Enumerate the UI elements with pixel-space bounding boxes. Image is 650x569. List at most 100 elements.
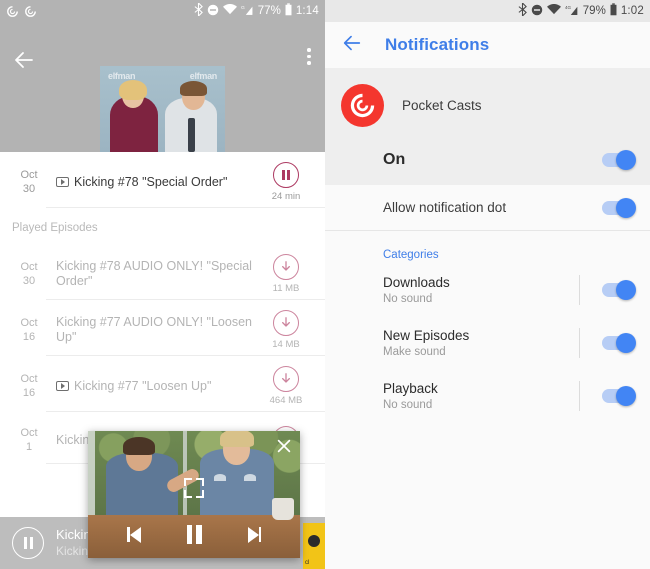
close-icon[interactable] [275, 437, 293, 455]
categories-header: Categories [325, 231, 650, 263]
row-divider [46, 207, 325, 208]
episode-action[interactable]: 14 MB [259, 310, 313, 350]
download-circle-icon[interactable] [273, 310, 299, 336]
episode-title-wrap: Kicking #77 "Loosen Up" [46, 379, 259, 394]
episode-action[interactable]: 24 min [259, 162, 313, 202]
episode-action[interactable]: 464 MB [259, 366, 313, 406]
cell-signal-4g-icon: 4G [565, 4, 579, 19]
category-text: Playback No sound [383, 380, 579, 411]
episode-title: Kicking #78 "Special Order" [74, 174, 228, 189]
vertical-divider [579, 274, 580, 305]
status-bar-system-icons: 4G 79% 1:02 [518, 2, 644, 19]
pip-playback-controls [88, 525, 300, 544]
category-toggle-new-episodes[interactable] [602, 332, 636, 353]
battery-percent-label: 79% [582, 5, 606, 17]
episode-list: Oct 30 Kicking #78 "Special Order" 24 mi… [0, 152, 325, 464]
settings-header: Notifications [325, 22, 650, 68]
app-row: Pocket Casts [341, 84, 634, 151]
skip-next-icon[interactable] [247, 526, 262, 543]
pocket-casts-icon [24, 5, 37, 18]
wifi-icon [546, 3, 561, 18]
pause-circle-icon[interactable] [12, 527, 44, 559]
episode-date: Oct 30 [12, 260, 46, 288]
episode-date: Oct 1 [12, 426, 46, 454]
episode-date-day: 1 [25, 441, 33, 453]
podcast-artwork: elfman elfman [100, 66, 225, 152]
episode-title: Kickin [56, 432, 90, 447]
category-sound-setting: No sound [383, 399, 433, 411]
category-row-downloads[interactable]: Downloads No sound [325, 263, 650, 316]
svg-text:G: G [241, 5, 245, 11]
episode-duration: 24 min [271, 191, 301, 202]
category-title: New Episodes [383, 328, 470, 343]
battery-percent-label: 77% [257, 5, 281, 17]
cell-signal-g-icon: G [241, 4, 254, 19]
master-toggle-switch[interactable] [602, 150, 636, 170]
bluetooth-icon [194, 2, 203, 19]
section-header-played: Played Episodes [0, 208, 325, 244]
app-name-label: Pocket Casts [402, 98, 482, 113]
episode-date-month: Oct [20, 427, 38, 439]
episode-date: Oct 30 [12, 168, 46, 196]
more-vertical-icon[interactable] [307, 48, 311, 65]
episode-filesize: 14 MB [272, 339, 300, 350]
category-title: Playback [383, 381, 438, 396]
pocket-casts-logo [341, 84, 384, 127]
fullscreen-icon[interactable] [184, 478, 204, 498]
episode-date-month: Oct [20, 317, 38, 329]
artwork-label-right: elfman [189, 71, 218, 81]
episode-filesize: 464 MB [269, 395, 303, 406]
back-arrow-icon[interactable] [12, 48, 36, 72]
page-title: Notifications [385, 35, 490, 54]
podcast-header: elfman elfman [0, 22, 325, 152]
clock-label: 1:14 [295, 5, 319, 17]
notification-dot-row[interactable]: Allow notification dot [325, 185, 650, 230]
episode-date: Oct 16 [12, 316, 46, 344]
download-circle-icon[interactable] [273, 254, 299, 280]
back-arrow-icon[interactable] [341, 32, 363, 59]
notification-dot-label: Allow notification dot [383, 200, 507, 215]
list-item[interactable]: Oct 16 Kicking #77 AUDIO ONLY! "Loosen U… [0, 300, 325, 356]
episode-action[interactable]: 11 MB [259, 254, 313, 294]
current-episode-row[interactable]: Oct 30 Kicking #78 "Special Order" 24 mi… [0, 152, 325, 208]
episode-date: Oct 16 [12, 372, 46, 400]
episode-date-day: 30 [22, 275, 36, 287]
notification-dot-toggle[interactable] [602, 197, 636, 218]
category-row-new-episodes[interactable]: New Episodes Make sound [325, 316, 650, 369]
list-item[interactable]: Oct 16 Kicking #77 "Loosen Up" 464 MB [0, 356, 325, 412]
category-toggle-downloads[interactable] [602, 279, 636, 300]
category-sound-setting: No sound [383, 293, 433, 305]
master-toggle-row[interactable]: On [325, 150, 650, 185]
episode-title: Kicking #77 AUDIO ONLY! "Loosen Up" [56, 315, 252, 344]
dual-screenshot-container: G 77% 1:14 elfman elfman Oct 30 Kicking … [0, 0, 650, 569]
artwork-label-left: elfman [108, 71, 136, 81]
bluetooth-icon [518, 2, 527, 19]
svg-text:4G: 4G [565, 5, 572, 10]
category-toggle-playback[interactable] [602, 385, 636, 406]
episode-date-day: 30 [22, 183, 36, 195]
vertical-divider [579, 327, 580, 358]
battery-icon [285, 3, 292, 19]
category-row-playback[interactable]: Playback No sound [325, 369, 650, 422]
category-text: Downloads No sound [383, 274, 579, 305]
episode-title-wrap: Kicking #78 AUDIO ONLY! "Special Order" [46, 259, 259, 289]
status-bar-left: G 77% 1:14 [0, 0, 325, 22]
do-not-disturb-icon [531, 4, 543, 19]
pause-circle-icon[interactable] [273, 162, 299, 188]
episode-date-month: Oct [20, 169, 38, 181]
episode-date-month: Oct [20, 373, 38, 385]
picture-in-picture-window[interactable] [88, 431, 300, 558]
category-sound-setting: Make sound [383, 346, 446, 358]
right-screen-notification-settings: 4G 79% 1:02 Notifications Pocket Casts O… [325, 0, 650, 569]
list-item[interactable]: Oct 30 Kicking #78 AUDIO ONLY! "Special … [0, 244, 325, 300]
video-badge-icon [56, 381, 69, 391]
episode-date-month: Oct [20, 261, 38, 273]
master-toggle-label: On [383, 151, 406, 168]
status-bar-system-icons: G 77% 1:14 [194, 2, 319, 19]
episode-title: Kicking #77 "Loosen Up" [74, 378, 212, 393]
category-text: New Episodes Make sound [383, 327, 579, 358]
download-circle-icon[interactable] [273, 366, 299, 392]
pocket-casts-icon [6, 5, 19, 18]
skip-previous-icon[interactable] [126, 526, 141, 543]
pause-icon[interactable] [186, 525, 202, 544]
